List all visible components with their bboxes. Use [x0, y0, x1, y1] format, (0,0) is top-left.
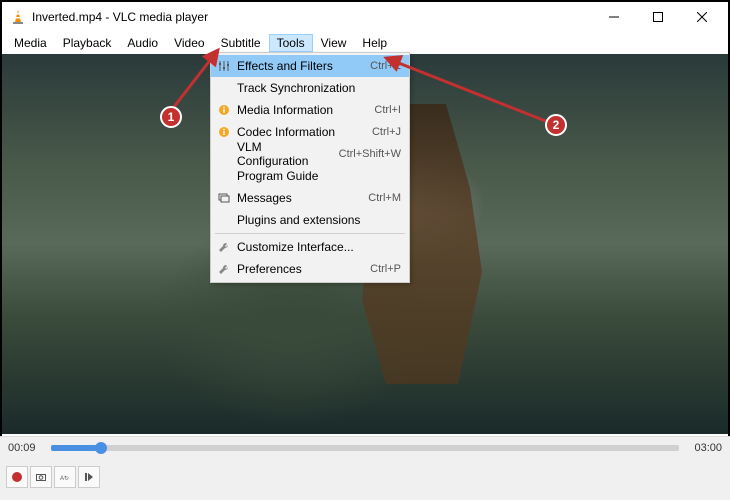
menu-item-label: Plugins and extensions: [237, 213, 391, 227]
messages-icon: [215, 192, 233, 204]
menu-tools[interactable]: Tools: [269, 34, 313, 52]
loop-button[interactable]: A↻: [54, 466, 76, 488]
menu-item-vlm-configuration[interactable]: VLM Configuration Ctrl+Shift+W: [211, 143, 409, 165]
menu-item-program-guide[interactable]: Program Guide: [211, 165, 409, 187]
svg-text:A↻: A↻: [60, 475, 69, 482]
camera-icon: [36, 472, 46, 482]
minimize-button[interactable]: [592, 2, 636, 32]
record-icon: [12, 472, 22, 482]
frame-step-button[interactable]: [78, 466, 100, 488]
menu-item-label: Messages: [237, 191, 358, 205]
menu-separator: [215, 233, 405, 234]
menubar: MediaPlaybackAudioVideoSubtitleToolsView…: [2, 32, 728, 54]
seek-row: 00:09 03:00: [0, 437, 730, 459]
frame-step-icon: [84, 472, 94, 482]
menu-item-label: Customize Interface...: [237, 240, 391, 254]
seek-handle[interactable]: [95, 442, 107, 454]
wrench-icon: [215, 263, 233, 275]
menu-item-label: Effects and Filters: [237, 59, 360, 73]
loop-ab-icon: A↻: [60, 472, 70, 482]
menu-item-label: VLM Configuration: [237, 140, 329, 168]
menu-item-messages[interactable]: Messages Ctrl+M: [211, 187, 409, 209]
menu-item-label: Program Guide: [237, 169, 391, 183]
info-icon: [215, 126, 233, 138]
callout-2: 2: [545, 114, 567, 136]
snapshot-button[interactable]: [30, 466, 52, 488]
menu-media[interactable]: Media: [6, 34, 55, 52]
menu-item-label: Preferences: [237, 262, 360, 276]
menu-item-shortcut: Ctrl+P: [370, 263, 401, 275]
annotation-arrow-2: [376, 50, 556, 130]
maximize-button[interactable]: [636, 2, 680, 32]
record-button[interactable]: [6, 466, 28, 488]
menu-item-preferences[interactable]: Preferences Ctrl+P: [211, 258, 409, 280]
window-title: Inverted.mp4 - VLC media player: [32, 10, 208, 24]
elapsed-time: 00:09: [8, 442, 43, 454]
menu-item-label: Codec Information: [237, 125, 362, 139]
menu-item-customize-interface[interactable]: Customize Interface...: [211, 236, 409, 258]
menu-playback[interactable]: Playback: [55, 34, 120, 52]
close-button[interactable]: [680, 2, 724, 32]
menu-item-shortcut: Ctrl+Shift+W: [339, 148, 401, 160]
control-buttons: A↻: [0, 459, 730, 495]
window-controls: [592, 2, 724, 32]
callout-1: 1: [160, 106, 182, 128]
menu-item-label: Media Information: [237, 103, 364, 117]
player-controls: 00:09 03:00 A↻: [0, 436, 730, 500]
menu-view[interactable]: View: [313, 34, 355, 52]
menu-item-plugins-and-extensions[interactable]: Plugins and extensions: [211, 209, 409, 231]
menu-item-shortcut: Ctrl+M: [368, 192, 401, 204]
seek-bar[interactable]: [51, 445, 679, 451]
menu-item-label: Track Synchronization: [237, 81, 391, 95]
titlebar: Inverted.mp4 - VLC media player: [2, 2, 728, 32]
seek-progress: [51, 445, 101, 451]
wrench-icon: [215, 241, 233, 253]
total-time: 03:00: [687, 442, 722, 454]
vlc-cone-icon: [10, 9, 26, 25]
